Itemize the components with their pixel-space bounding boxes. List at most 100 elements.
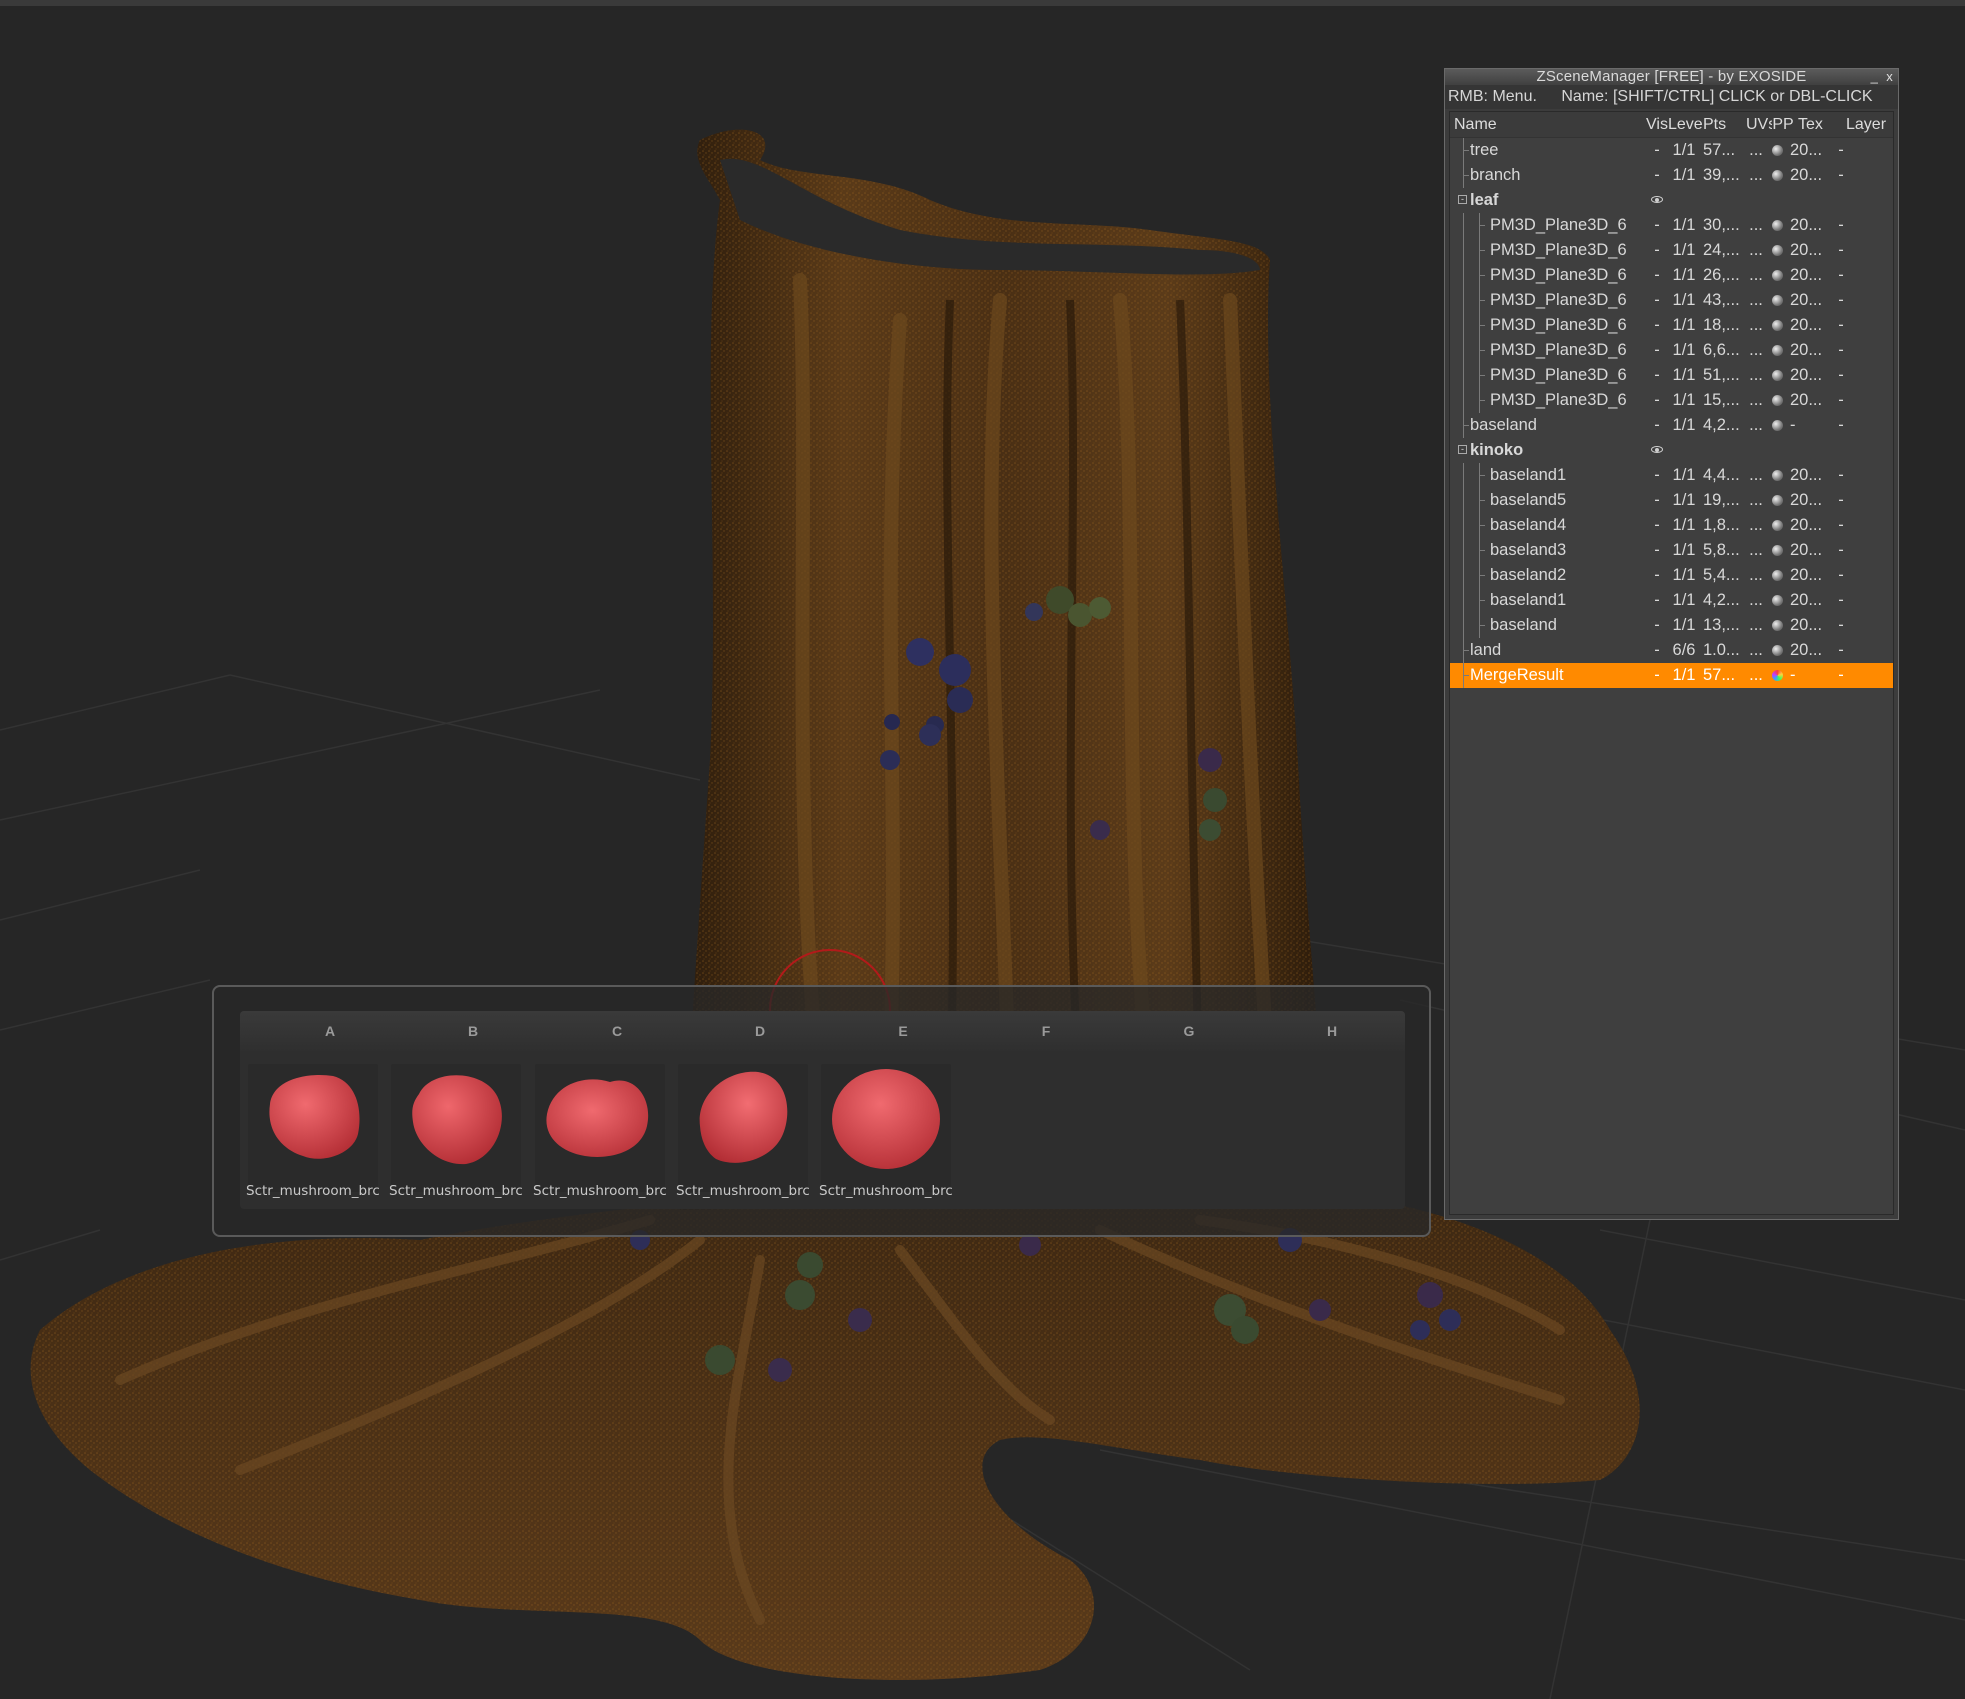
zscenemanager-panel[interactable]: ZSceneManager [FREE] - by EXOSIDE _ x RM… (1444, 68, 1899, 1220)
palette-slot-d[interactable]: Sctr_mushroom_brc (670, 1059, 810, 1201)
palette-letter-b[interactable]: B (401, 1011, 545, 1051)
polypaint-sphere-icon[interactable] (1766, 338, 1788, 363)
visibility-eye-icon[interactable] (1646, 188, 1668, 213)
palette-slot-e[interactable]: Sctr_mushroom_brc (813, 1059, 953, 1201)
subtool-row[interactable]: PM3D_Plane3D_6-1/1 30,...... 20... - (1450, 213, 1893, 238)
subtool-name[interactable]: PM3D_Plane3D_6 (1490, 338, 1662, 363)
subtool-row[interactable]: baseland1-1/1 4,4...... 20... - (1450, 463, 1893, 488)
subtool-name[interactable]: PM3D_Plane3D_6 (1490, 313, 1662, 338)
subtool-row[interactable]: baseland -1/1 13,...... 20... - (1450, 613, 1893, 638)
subtool-row[interactable]: baseland5-1/1 19,...... 20... - (1450, 488, 1893, 513)
polypaint-sphere-icon[interactable] (1766, 213, 1788, 238)
subtool-row[interactable]: baseland -1/1 4,2...... - - (1450, 413, 1893, 438)
visibility-toggle[interactable]: - (1646, 163, 1668, 188)
visibility-toggle[interactable]: - (1646, 288, 1668, 313)
visibility-toggle[interactable]: - (1646, 588, 1668, 613)
subtool-row[interactable]: PM3D_Plane3D_6-1/1 43,...... 20... - (1450, 288, 1893, 313)
visibility-toggle[interactable]: - (1646, 338, 1668, 363)
subtool-row[interactable]: tree -1/1 57...... 20... - (1450, 138, 1893, 163)
polypaint-sphere-icon[interactable] (1766, 613, 1788, 638)
mesh-palette[interactable]: A B C D E F G H Sctr_mushroom_brc Sctr_m… (212, 985, 1431, 1237)
polypaint-color-icon[interactable] (1766, 663, 1788, 688)
polypaint-sphere-icon[interactable] (1766, 538, 1788, 563)
subtool-row[interactable]: baseland2-1/1 5,4...... 20... - (1450, 563, 1893, 588)
subtool-name[interactable]: baseland (1490, 613, 1662, 638)
subtool-name[interactable]: PM3D_Plane3D_6 (1490, 288, 1662, 313)
subtool-row[interactable]: PM3D_Plane3D_6-1/1 15,...... 20... - (1450, 388, 1893, 413)
collapse-toggle-icon[interactable]: - (1458, 445, 1467, 454)
polypaint-sphere-icon[interactable] (1766, 238, 1788, 263)
palette-letter-f[interactable]: F (974, 1011, 1118, 1051)
subtool-row[interactable]: PM3D_Plane3D_6-1/1 6,6...... 20... - (1450, 338, 1893, 363)
zsm-subtool-list[interactable]: Name Vis Level Pts UVs PP Tex Layer tree… (1449, 111, 1894, 1215)
visibility-toggle[interactable]: - (1646, 363, 1668, 388)
visibility-toggle[interactable]: - (1646, 513, 1668, 538)
visibility-toggle[interactable]: - (1646, 413, 1668, 438)
subtool-name[interactable]: leaf (1470, 188, 1642, 213)
minimize-icon[interactable]: _ (1871, 69, 1878, 85)
visibility-toggle[interactable]: - (1646, 488, 1668, 513)
subtool-name[interactable]: baseland5 (1490, 488, 1662, 513)
visibility-toggle[interactable]: - (1646, 238, 1668, 263)
subtool-name[interactable]: PM3D_Plane3D_6 (1490, 363, 1662, 388)
palette-slot-a[interactable]: Sctr_mushroom_brc (240, 1059, 380, 1201)
subtool-name[interactable]: baseland2 (1490, 563, 1662, 588)
subtool-name[interactable]: PM3D_Plane3D_6 (1490, 238, 1662, 263)
polypaint-sphere-icon[interactable] (1766, 513, 1788, 538)
subtool-row[interactable]: PM3D_Plane3D_6-1/1 26,...... 20... - (1450, 263, 1893, 288)
visibility-toggle[interactable]: - (1646, 638, 1668, 663)
subtool-group-row[interactable]: - kinoko (1450, 438, 1893, 463)
palette-letter-g[interactable]: G (1117, 1011, 1261, 1051)
subtool-name[interactable]: MergeResult (1470, 663, 1642, 688)
subtool-name[interactable]: kinoko (1470, 438, 1642, 463)
subtool-name[interactable]: baseland (1470, 413, 1642, 438)
subtool-name[interactable]: land (1470, 638, 1642, 663)
subtool-name[interactable]: PM3D_Plane3D_6 (1490, 263, 1662, 288)
polypaint-sphere-icon[interactable] (1766, 163, 1788, 188)
subtool-name[interactable]: tree (1470, 138, 1642, 163)
visibility-toggle[interactable]: - (1646, 388, 1668, 413)
subtool-row[interactable]: PM3D_Plane3D_6-1/1 18,...... 20... - (1450, 313, 1893, 338)
subtool-row[interactable]: land -6/6 1.0...... 20... - (1450, 638, 1893, 663)
visibility-toggle[interactable]: - (1646, 663, 1668, 688)
column-name[interactable]: Name (1454, 112, 1626, 137)
palette-letter-h[interactable]: H (1260, 1011, 1404, 1051)
polypaint-sphere-icon[interactable] (1766, 263, 1788, 288)
palette-letter-c[interactable]: C (545, 1011, 689, 1051)
visibility-toggle[interactable]: - (1646, 263, 1668, 288)
palette-slot-b[interactable]: Sctr_mushroom_brc (383, 1059, 523, 1201)
subtool-name[interactable]: branch (1470, 163, 1642, 188)
polypaint-sphere-icon[interactable] (1766, 563, 1788, 588)
subtool-row[interactable]: branch -1/1 39,...... 20... - (1450, 163, 1893, 188)
polypaint-sphere-icon[interactable] (1766, 638, 1788, 663)
polypaint-sphere-icon[interactable] (1766, 288, 1788, 313)
visibility-toggle[interactable]: - (1646, 613, 1668, 638)
subtool-row[interactable]: baseland1-1/1 4,2...... 20... - (1450, 588, 1893, 613)
palette-slot-c[interactable]: Sctr_mushroom_brc (527, 1059, 667, 1201)
subtool-name[interactable]: PM3D_Plane3D_6 (1490, 388, 1662, 413)
visibility-eye-icon[interactable] (1646, 438, 1668, 463)
column-layer[interactable]: Layer (1846, 112, 1896, 137)
column-pp[interactable]: PP (1772, 112, 1794, 137)
polypaint-sphere-icon[interactable] (1766, 363, 1788, 388)
subtool-name[interactable]: PM3D_Plane3D_6 (1490, 213, 1662, 238)
palette-letter-e[interactable]: E (831, 1011, 975, 1051)
polypaint-sphere-icon[interactable] (1766, 313, 1788, 338)
close-icon[interactable]: x (1886, 69, 1893, 85)
visibility-toggle[interactable]: - (1646, 463, 1668, 488)
polypaint-sphere-icon[interactable] (1766, 388, 1788, 413)
polypaint-sphere-icon[interactable] (1766, 413, 1788, 438)
visibility-toggle[interactable]: - (1646, 138, 1668, 163)
subtool-name[interactable]: baseland1 (1490, 463, 1662, 488)
polypaint-sphere-icon[interactable] (1766, 463, 1788, 488)
palette-letter-d[interactable]: D (688, 1011, 832, 1051)
zsm-titlebar[interactable]: ZSceneManager [FREE] - by EXOSIDE _ x (1445, 69, 1898, 85)
visibility-toggle[interactable]: - (1646, 538, 1668, 563)
subtool-row[interactable]: PM3D_Plane3D_6-1/1 24,...... 20... - (1450, 238, 1893, 263)
subtool-name[interactable]: baseland4 (1490, 513, 1662, 538)
subtool-row[interactable]: PM3D_Plane3D_6-1/1 51,...... 20... - (1450, 363, 1893, 388)
subtool-name[interactable]: baseland1 (1490, 588, 1662, 613)
column-level[interactable]: Level (1668, 112, 1702, 137)
collapse-toggle-icon[interactable]: - (1458, 195, 1467, 204)
subtool-row[interactable]: baseland3-1/1 5,8...... 20... - (1450, 538, 1893, 563)
